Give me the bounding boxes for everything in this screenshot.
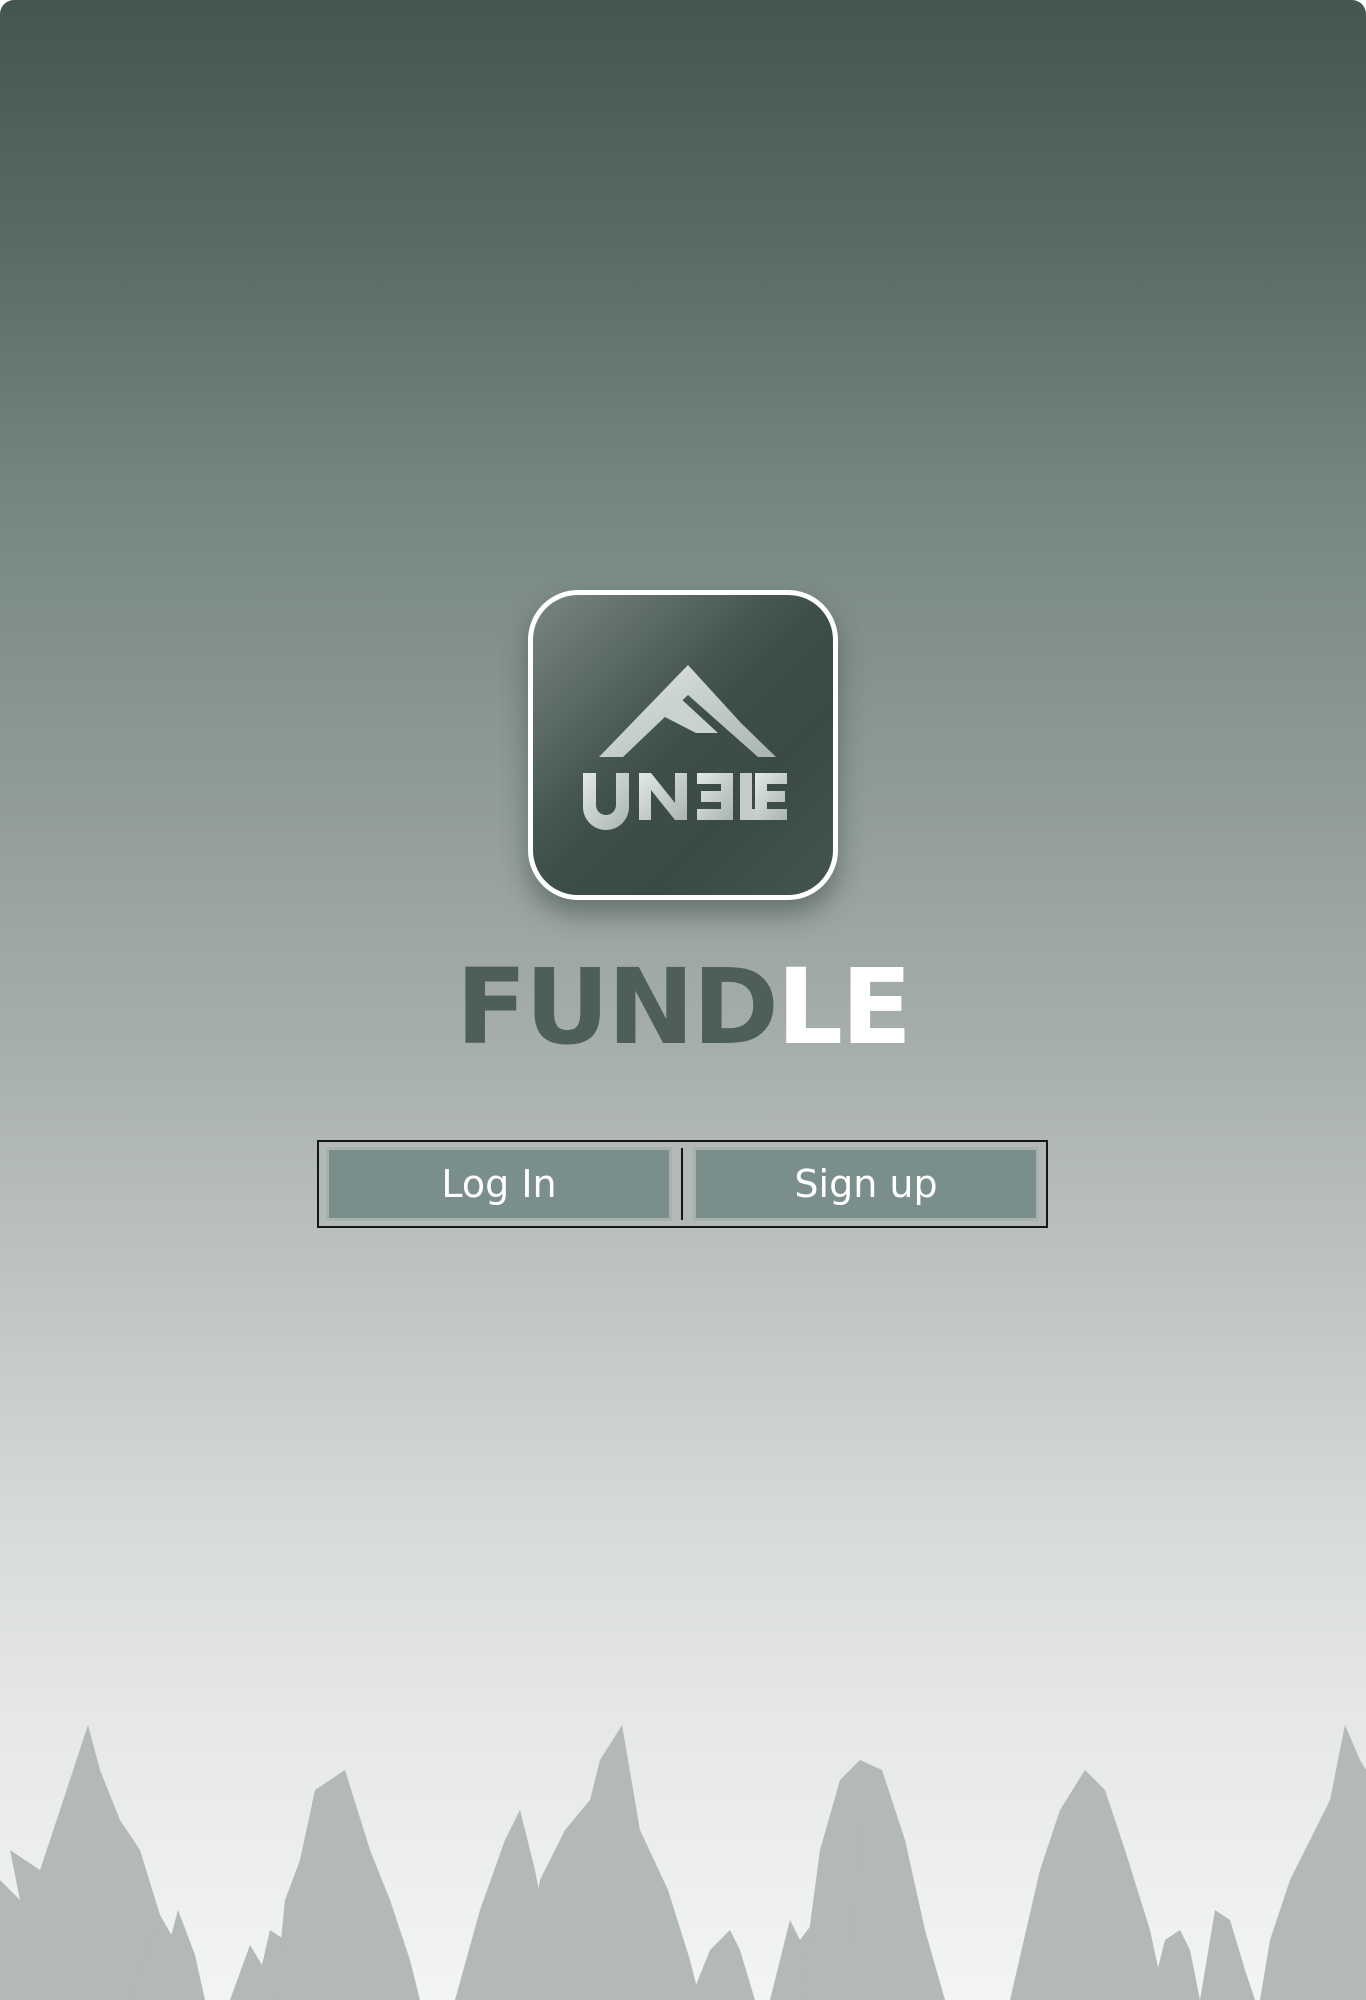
app-logo-icon [528,590,838,900]
fundle-logo-icon [533,595,833,895]
button-divider [681,1148,683,1220]
pine-trees-icon [0,1725,1366,2000]
app-brand-title: FUNDLE [0,945,1366,1070]
auth-button-group: Log In Sign up [317,1140,1048,1228]
brand-title-part1: FUND [455,946,779,1068]
brand-title-part2: LE [776,946,912,1068]
splash-screen: FUNDLE Log In Sign up [0,0,1366,2000]
signup-button[interactable]: Sign up [693,1147,1039,1221]
login-button[interactable]: Log In [326,1147,672,1221]
